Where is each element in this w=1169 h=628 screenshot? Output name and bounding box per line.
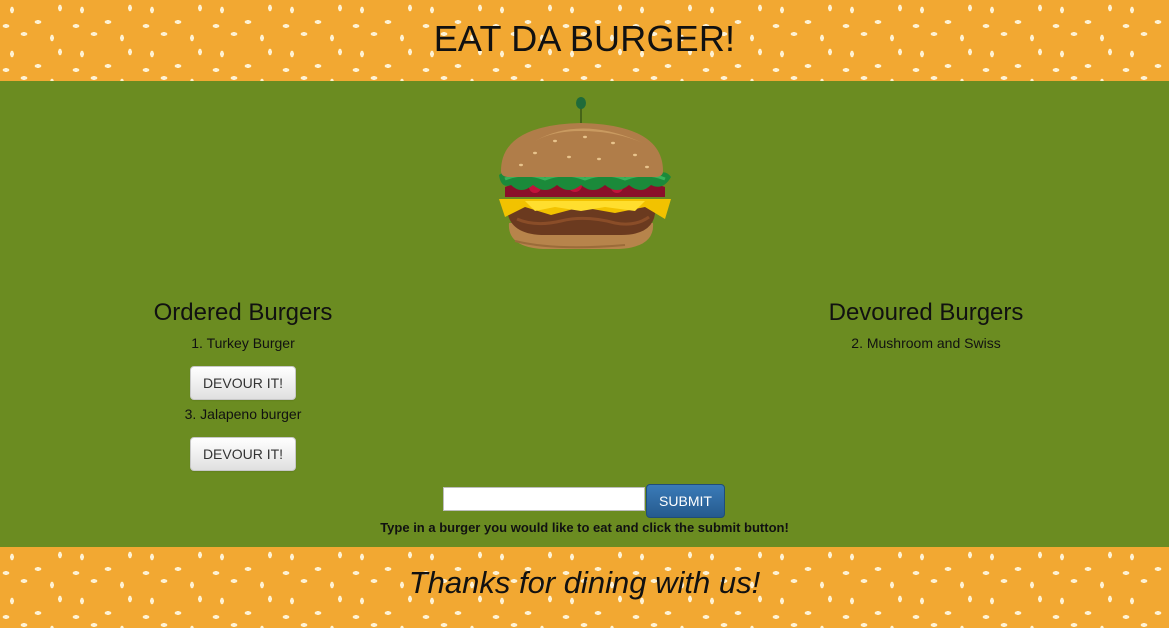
ordered-burgers-section: Ordered Burgers 1. Turkey Burger DEVOUR … bbox=[93, 297, 393, 484]
form-instructions: Type in a burger you would like to eat a… bbox=[380, 520, 789, 535]
burger-name-input[interactable] bbox=[443, 487, 645, 511]
site-title: EAT DA BURGER! bbox=[433, 18, 736, 59]
ordered-burger-item: 1. Turkey Burger bbox=[191, 335, 295, 351]
burger-logo-icon bbox=[499, 97, 671, 249]
devoured-burger-item: 2. Mushroom and Swiss bbox=[851, 335, 1001, 351]
footer-text: Thanks for dining with us! bbox=[408, 565, 761, 600]
footer-banner: Thanks for dining with us! bbox=[0, 547, 1169, 628]
devour-button[interactable]: DEVOUR IT! bbox=[190, 437, 296, 471]
devoured-burgers-heading: Devoured Burgers bbox=[828, 299, 1024, 326]
ordered-burgers-heading: Ordered Burgers bbox=[153, 299, 333, 326]
ordered-burger-item: 3. Jalapeno burger bbox=[184, 406, 302, 422]
devoured-burgers-section: Devoured Burgers 2. Mushroom and Swiss bbox=[776, 297, 1076, 353]
devour-button[interactable]: DEVOUR IT! bbox=[190, 366, 296, 400]
header-banner: EAT DA BURGER! bbox=[0, 0, 1169, 81]
submit-button[interactable]: SUBMIT bbox=[646, 484, 725, 518]
main-content: Ordered Burgers 1. Turkey Burger DEVOUR … bbox=[0, 81, 1169, 547]
